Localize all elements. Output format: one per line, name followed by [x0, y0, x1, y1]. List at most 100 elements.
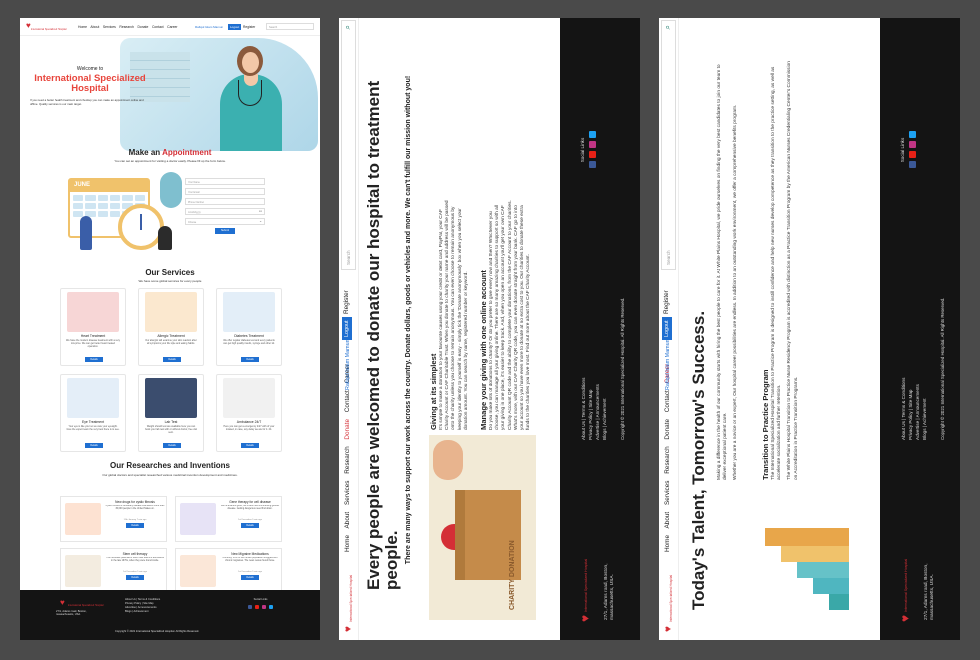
details-button[interactable]: Details — [241, 357, 259, 362]
nav-research[interactable]: Research — [664, 446, 671, 473]
nav-donate[interactable]: Donate — [664, 419, 671, 440]
nav-home[interactable]: Home — [344, 535, 351, 552]
register-link[interactable]: Register — [343, 290, 350, 314]
research-title-text: New drugs for cystic fibrosis — [115, 500, 155, 504]
service-card: Heart Treatment We have the modern diseas… — [60, 288, 126, 366]
instagram-icon[interactable] — [909, 141, 916, 149]
footer-link-row[interactable]: Advertise | Announcements — [914, 378, 921, 440]
youtube-icon[interactable] — [909, 151, 916, 159]
footer-link-row[interactable]: About Us | Terms & Conditions — [900, 378, 907, 440]
youtube-icon[interactable] — [255, 605, 259, 609]
details-button[interactable]: Details — [85, 443, 103, 448]
user-name[interactable]: Rafiqul Islam Mamun — [665, 339, 671, 390]
details-button[interactable]: Details — [85, 357, 103, 362]
logout-button[interactable]: Logout — [662, 317, 672, 340]
services-title: Our Services — [145, 268, 195, 277]
search-icon[interactable]: ⌕ — [343, 25, 353, 29]
submit-button[interactable]: Submit — [215, 228, 235, 234]
hospital-logo-icon[interactable]: ♥ — [663, 626, 674, 632]
footer-link-row[interactable]: About Us | Terms & Conditions — [580, 378, 587, 440]
facebook-icon[interactable] — [248, 605, 252, 609]
footer-links: About Us | Terms & Conditions Privacy Po… — [900, 378, 928, 440]
service-desc: Your eye is like your so we care your ey… — [66, 425, 120, 431]
instagram-icon[interactable] — [589, 141, 596, 149]
research-date: 11th January 7 min ago — [123, 519, 147, 521]
nav-donate[interactable]: Donate — [344, 419, 351, 440]
details-button[interactable]: Details — [241, 443, 259, 448]
navbar: ♥ International Specialized Hospital Hom… — [339, 18, 359, 640]
nav-home[interactable]: Home — [78, 25, 87, 29]
nav-about[interactable]: About — [344, 512, 351, 529]
nav-donate[interactable]: Donate — [137, 25, 148, 29]
logout-button[interactable]: Logout — [228, 23, 242, 30]
nav-services[interactable]: Services — [664, 481, 671, 506]
register-link[interactable]: Register — [243, 25, 255, 29]
calendar-picker-icon[interactable]: ▭ — [259, 209, 262, 213]
services-sub: We have some global services for every p… — [138, 279, 202, 283]
footer-link-row[interactable]: Blogs | Achievement — [921, 378, 928, 440]
facebook-icon[interactable] — [909, 161, 916, 169]
nav-services[interactable]: Services — [103, 25, 116, 29]
search-placeholder: Search — [666, 250, 671, 265]
youtube-icon[interactable] — [589, 151, 596, 159]
chevron-down-icon[interactable]: ⌄ — [259, 219, 262, 223]
phone-field[interactable]: Phone Number — [185, 198, 265, 205]
hero-desc: If you need a better health treatment an… — [30, 98, 144, 106]
research-title-text: Gene therapy for cell disease — [229, 500, 271, 504]
footer-link-row[interactable]: Advertise | Announcements — [594, 378, 601, 440]
hospital-logo-icon[interactable]: ♥ — [343, 626, 354, 632]
date-field[interactable]: mm/dd/yyyy ▭ — [185, 208, 265, 215]
details-button[interactable]: Details — [163, 443, 181, 448]
nav-research[interactable]: Research — [119, 25, 134, 29]
twitter-icon[interactable] — [909, 131, 916, 139]
facebook-icon[interactable] — [589, 161, 596, 169]
footer-logo-text: International Specialized Hospital — [68, 604, 104, 607]
nav-home[interactable]: Home — [664, 535, 671, 552]
search-input[interactable]: Search — [266, 23, 314, 30]
nav-career[interactable]: Career — [167, 25, 177, 29]
service-card: Allergic Treatment Our allergist will exa… — [138, 288, 204, 366]
instagram-icon[interactable] — [262, 605, 266, 609]
logout-button[interactable]: Logout — [342, 317, 352, 340]
details-button[interactable]: Details — [163, 357, 181, 362]
nav-about[interactable]: About — [664, 512, 671, 529]
name-field[interactable]: Your Name — [185, 178, 265, 185]
footer-link-row[interactable]: Privacy Policy | Site Map — [587, 378, 594, 440]
hero-banner: Welcome to International Specialized Hos… — [20, 36, 320, 154]
user-name[interactable]: Rafiqul Islam Mamun — [195, 25, 223, 29]
research-desc: With a different gene, the B and new a s… — [220, 505, 280, 510]
email-field[interactable]: Your Email — [185, 188, 265, 195]
search-input[interactable]: Search ⌕ — [661, 20, 676, 270]
nav-about[interactable]: About — [90, 25, 99, 29]
research-grid: New drugs for cystic fibrosis Cystic fibr… — [60, 496, 282, 594]
nav-contact[interactable]: Contact — [344, 390, 351, 412]
career-panel: ♥ International Specialized Hospital Hom… — [659, 18, 960, 640]
nav-research[interactable]: Research — [344, 446, 351, 473]
register-link[interactable]: Register — [663, 290, 670, 314]
search-icon[interactable]: ⌕ — [663, 25, 673, 29]
career-paragraph-3: The International Specialized Hospital T… — [771, 66, 783, 480]
twitter-icon[interactable] — [269, 605, 273, 609]
footer-link-row[interactable]: Blogs | Achievement — [125, 610, 160, 614]
career-stairs-illustration — [729, 520, 859, 620]
choose-select[interactable]: Choose ⌄ — [185, 218, 265, 225]
nav-contact[interactable]: Contact — [152, 25, 164, 29]
details-button[interactable]: Details — [126, 575, 144, 580]
details-button[interactable]: Details — [241, 575, 259, 580]
footer-logo-text: International Specialized Hospital — [584, 558, 588, 612]
date-placeholder: mm/dd/yyyy — [188, 210, 201, 214]
twitter-icon[interactable] — [589, 131, 596, 139]
nav-services[interactable]: Services — [344, 481, 351, 506]
search-input[interactable]: Search ⌕ — [341, 20, 356, 270]
nav-contact[interactable]: Contact — [664, 390, 671, 412]
user-name[interactable]: Rafiqul Islam Mamun — [345, 339, 351, 390]
footer-link-row[interactable]: Blogs | Achievement — [601, 378, 608, 440]
donate-sub: There are many ways to support our work … — [405, 75, 412, 565]
donate-paragraph-1: It's simple to make a donation to your f… — [439, 200, 469, 430]
service-card: Diabetes Treatment We offer regular diabe… — [216, 288, 282, 366]
footer-link-row[interactable]: Privacy Policy | Site Map — [907, 378, 914, 440]
lungs-icon — [65, 503, 101, 535]
details-button[interactable]: Details — [241, 523, 259, 528]
footer-links: About Us | Terms & Conditions Privacy Po… — [125, 598, 160, 614]
details-button[interactable]: Details — [126, 523, 144, 528]
